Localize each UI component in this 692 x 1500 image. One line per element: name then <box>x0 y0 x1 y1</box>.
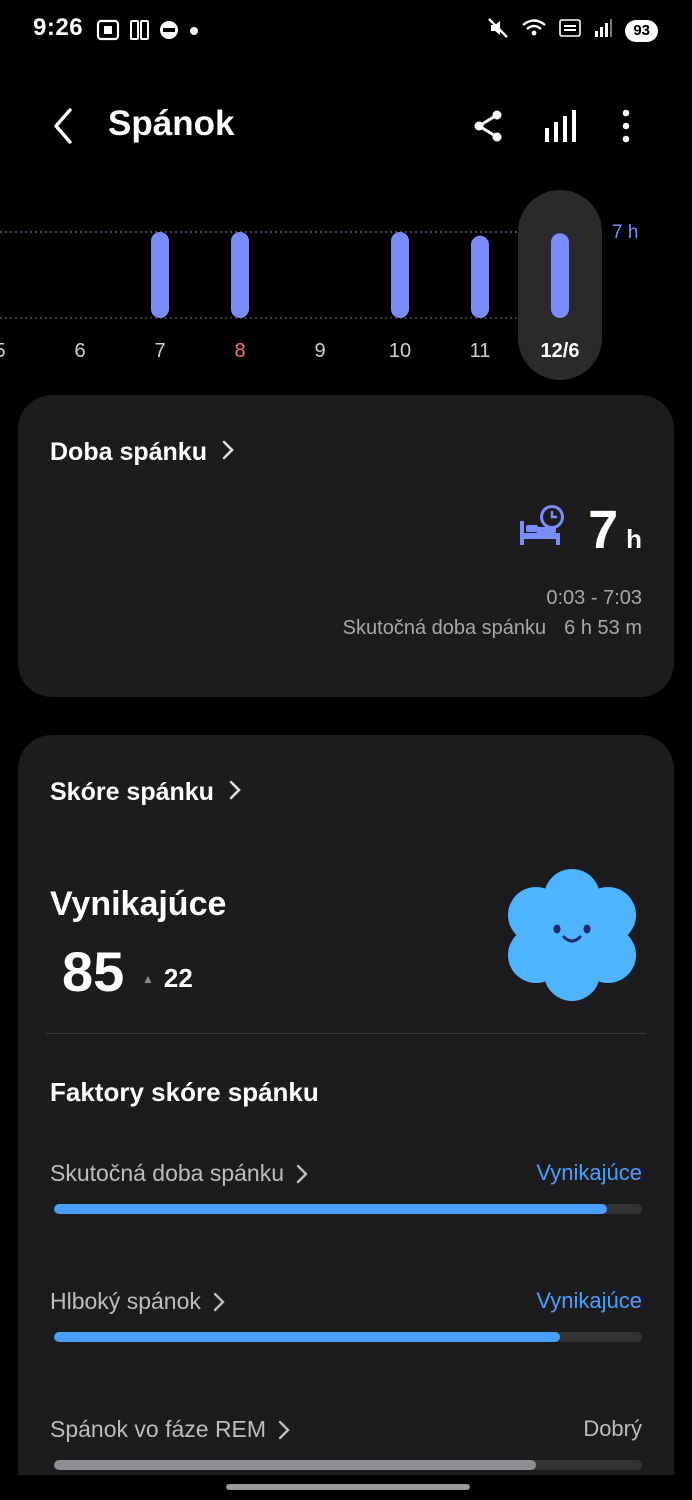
chevron-left-icon <box>54 108 72 144</box>
divider <box>46 1033 646 1034</box>
sleep-time-range: 0:03 - 7:03 <box>546 587 642 609</box>
day-label[interactable]: 8 <box>234 340 245 362</box>
factor-rating: Dobrý <box>583 1416 642 1441</box>
chevron-right-icon <box>278 1420 290 1439</box>
day-label[interactable]: 12/6 <box>541 340 580 362</box>
sleep-duration-title[interactable]: Doba spánku <box>50 437 235 468</box>
dot-icon <box>188 24 200 42</box>
factors-title: Faktory skóre spánku <box>50 1077 319 1107</box>
sim-icon <box>128 19 150 46</box>
day-label[interactable]: 10 <box>389 340 411 362</box>
factor-progress-fill <box>54 1332 560 1342</box>
trends-button[interactable] <box>542 108 578 149</box>
mute-icon <box>487 17 509 44</box>
factor-progress-track <box>54 1204 642 1214</box>
triangle-up-icon: ▲ <box>142 971 154 986</box>
weekly-sleep-chart[interactable]: 7 h 5 6 7 8 9 10 11 12/6 <box>0 190 692 380</box>
day-label[interactable]: 9 <box>314 340 325 362</box>
screenshot-icon <box>96 19 120 46</box>
app-notification-icon <box>158 19 180 46</box>
factor-label: Hlboký spánok <box>50 1288 201 1314</box>
day-label[interactable]: 7 <box>154 340 165 362</box>
more-vertical-icon <box>622 109 630 143</box>
day-bar[interactable] <box>151 232 169 318</box>
share-button[interactable] <box>470 108 506 149</box>
score-delta: ▲ 22 <box>142 963 193 993</box>
signal-icon <box>593 17 613 44</box>
factor-name[interactable]: Skutočná doba spánku <box>50 1160 308 1187</box>
score-rating: Vynikajúce <box>50 885 227 923</box>
volte-icon <box>559 17 582 44</box>
status-system-icons: 93 <box>487 17 658 44</box>
day-label[interactable]: 5 <box>0 340 6 362</box>
actual-sleep-row: Skutočná doba spánku 6 h 53 m <box>342 617 642 639</box>
chevron-right-icon <box>221 437 235 468</box>
status-time: 9:26 <box>33 14 84 41</box>
factor-progress-track <box>54 1460 642 1470</box>
home-indicator[interactable] <box>226 1484 470 1490</box>
factor-name[interactable]: Spánok vo fáze REM <box>50 1416 290 1443</box>
factor-label: Skutočná doba spánku <box>50 1160 285 1186</box>
wifi-icon <box>521 17 547 44</box>
day-bar[interactable] <box>471 235 489 318</box>
status-notification-icons <box>96 19 200 46</box>
day-bar[interactable] <box>551 233 569 318</box>
factor-progress-fill <box>54 1204 607 1214</box>
factor-progress-fill <box>54 1460 537 1470</box>
chevron-right-icon <box>213 1292 225 1311</box>
goal-label: 7 h <box>612 222 638 243</box>
bed-clock-icon <box>518 503 566 552</box>
sleep-score-title[interactable]: Skóre spánku <box>50 777 242 808</box>
factor-progress-track <box>54 1332 642 1342</box>
more-options-button[interactable] <box>612 108 640 149</box>
day-label[interactable]: 6 <box>74 340 85 362</box>
sleep-duration-card[interactable]: Doba spánku 7 h 0:03 - 7:03 Skutočná dob… <box>18 395 674 697</box>
score-value: 85 <box>62 940 125 1003</box>
battery-level: 93 <box>625 19 658 42</box>
day-label[interactable]: 11 <box>470 340 491 362</box>
sleep-score-card[interactable]: Skóre spánku Vynikajúce 85 ▲ 22 Faktory … <box>18 735 674 1475</box>
factor-label: Spánok vo fáze REM <box>50 1416 267 1442</box>
day-bar[interactable] <box>391 232 409 318</box>
cloud-mascot-icon <box>504 867 640 1008</box>
chevron-right-icon <box>228 777 242 808</box>
sleep-hours: 7 h <box>588 500 642 560</box>
bar-chart-icon <box>545 110 576 142</box>
back-button[interactable] <box>46 106 80 151</box>
page-title: Spánok <box>108 104 235 143</box>
factor-name[interactable]: Hlboký spánok <box>50 1288 225 1315</box>
factor-rating: Vynikajúce <box>536 1288 642 1313</box>
day-bar[interactable] <box>231 232 249 318</box>
factor-rating: Vynikajúce <box>536 1160 642 1185</box>
share-icon <box>474 110 502 142</box>
chevron-right-icon <box>296 1164 308 1183</box>
